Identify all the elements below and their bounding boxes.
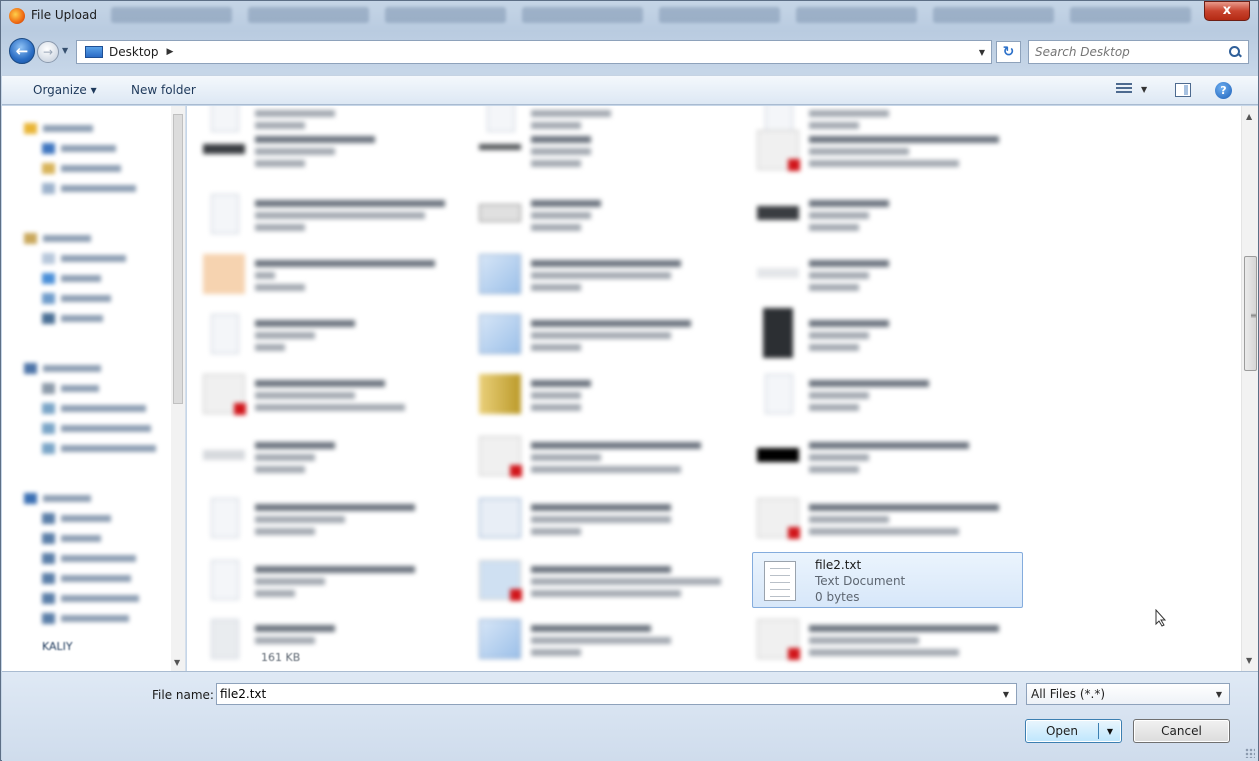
file-type-filter-value: All Files (*.*) [1031, 687, 1106, 701]
title-bar: File Upload x [1, 1, 1258, 31]
nav-scroll-down-icon[interactable]: ▼ [174, 658, 180, 667]
file-name-dropdown-icon[interactable]: ▼ [1003, 690, 1009, 699]
close-button[interactable]: x [1204, 1, 1250, 21]
help-icon[interactable]: ? [1215, 82, 1232, 99]
file-list-scrollbar-thumb[interactable]: ≡ [1244, 256, 1257, 371]
file-upload-dialog: File Upload x ← → ▼ Desktop ▶ ▼ ↻ Organi… [0, 0, 1259, 761]
resize-grip-icon[interactable] [1245, 748, 1255, 758]
view-icon[interactable] [1116, 83, 1132, 97]
cursor-icon [1155, 609, 1167, 627]
file-type: Text Document [815, 574, 906, 588]
window-title: File Upload [31, 8, 97, 22]
search-input[interactable] [1035, 45, 1228, 59]
background-tabs [111, 7, 1191, 23]
file-items-blurred[interactable] [187, 106, 1227, 671]
file-name-label: File name: [152, 688, 214, 702]
preview-pane-icon[interactable] [1175, 83, 1191, 97]
firefox-icon [9, 8, 25, 24]
nav-item-partial[interactable]: KALIY [42, 640, 73, 653]
file-list-scrollbar[interactable]: ▲ ≡ ▼ [1241, 106, 1258, 671]
search-icon[interactable] [1228, 45, 1242, 59]
navigation-pane[interactable]: KALIY ▼ [2, 106, 186, 671]
address-dropdown-icon[interactable]: ▼ [979, 48, 985, 57]
search-box[interactable] [1028, 40, 1249, 64]
file-list[interactable]: file2.txt Text Document 0 bytes 161 KB ▲… [187, 106, 1258, 671]
command-bar: Organize ▾ New folder ▼ ? [2, 75, 1258, 105]
open-button-label[interactable]: Open [1026, 724, 1098, 738]
view-dropdown-icon[interactable]: ▼ [1141, 85, 1147, 94]
file-item-selected[interactable]: file2.txt Text Document 0 bytes [752, 552, 1023, 608]
refresh-icon[interactable]: ↻ [996, 41, 1021, 63]
scroll-down-icon[interactable]: ▼ [1246, 656, 1252, 665]
nav-scrollbar[interactable]: ▼ [171, 106, 185, 671]
history-dropdown-icon[interactable]: ▼ [62, 46, 68, 55]
open-button[interactable]: Open ▼ [1025, 719, 1122, 743]
file-type-filter[interactable]: All Files (*.*) ▼ [1026, 683, 1230, 705]
nav-scrollbar-thumb[interactable] [173, 114, 183, 404]
file-size-partial: 161 KB [261, 651, 301, 664]
cancel-button[interactable]: Cancel [1133, 719, 1230, 743]
address-bar[interactable]: Desktop ▶ ▼ [76, 40, 992, 64]
file-name: file2.txt [815, 558, 862, 572]
new-folder-button[interactable]: New folder [131, 83, 196, 97]
file-name-combo[interactable]: ▼ [216, 683, 1017, 705]
folder-icon [85, 46, 103, 58]
breadcrumb-chevron-icon[interactable]: ▶ [167, 47, 174, 57]
back-icon[interactable]: ← [9, 38, 35, 64]
file-name-input[interactable] [220, 687, 1003, 701]
file-size: 0 bytes [815, 590, 860, 604]
text-file-icon [764, 561, 796, 601]
open-dropdown-icon[interactable]: ▼ [1099, 727, 1121, 736]
address-row: ← → ▼ Desktop ▶ ▼ ↻ [1, 35, 1258, 69]
organize-menu[interactable]: Organize ▾ [33, 83, 97, 97]
file-type-dropdown-icon[interactable]: ▼ [1216, 690, 1222, 699]
breadcrumb-desktop[interactable]: Desktop [109, 45, 159, 59]
scroll-up-icon[interactable]: ▲ [1246, 112, 1252, 121]
navigation-tree-blurred [2, 106, 172, 671]
dialog-footer: File name: ▼ All Files (*.*) ▼ Open ▼ Ca… [2, 671, 1258, 761]
forward-icon[interactable]: → [37, 41, 59, 63]
